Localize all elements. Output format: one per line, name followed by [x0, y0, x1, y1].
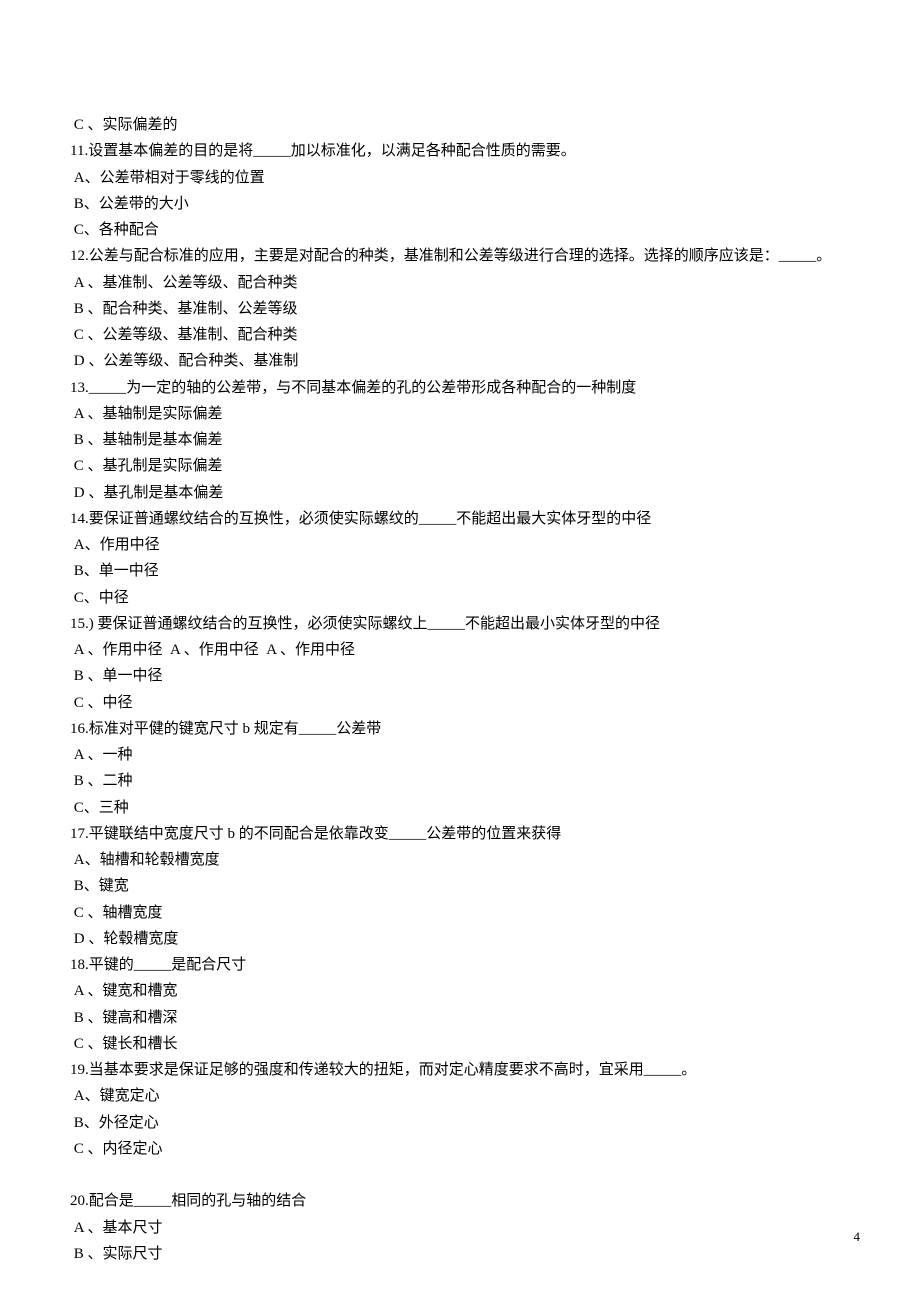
- text-line: B、键宽: [70, 873, 850, 899]
- text-line: C 、轴槽宽度: [70, 900, 850, 926]
- text-line: A 、键宽和槽宽: [70, 978, 850, 1004]
- document-page: C 、实际偏差的11.设置基本偏差的目的是将_____加以标准化，以满足各种配合…: [0, 0, 920, 1307]
- text-line: A 、基轴制是实际偏差: [70, 401, 850, 427]
- text-line: A、键宽定心: [70, 1083, 850, 1109]
- text-line: C、各种配合: [70, 217, 850, 243]
- document-content: C 、实际偏差的11.设置基本偏差的目的是将_____加以标准化，以满足各种配合…: [70, 112, 850, 1267]
- text-line: C 、中径: [70, 690, 850, 716]
- text-line: B、单一中径: [70, 558, 850, 584]
- text-line: A 、一种: [70, 742, 850, 768]
- text-line: B 、配合种类、基准制、公差等级: [70, 296, 850, 322]
- text-line: 11.设置基本偏差的目的是将_____加以标准化，以满足各种配合性质的需要。: [70, 138, 850, 164]
- text-line: C 、公差等级、基准制、配合种类: [70, 322, 850, 348]
- text-line: C 、实际偏差的: [70, 112, 850, 138]
- text-line: B、外径定心: [70, 1110, 850, 1136]
- text-line: D 、轮毂槽宽度: [70, 926, 850, 952]
- text-line: A 、基准制、公差等级、配合种类: [70, 270, 850, 296]
- text-line: 12.公差与配合标准的应用，主要是对配合的种类，基准制和公差等级进行合理的选择。…: [70, 243, 850, 269]
- text-line: B 、键高和槽深: [70, 1005, 850, 1031]
- text-line: A 、作用中径 A 、作用中径 A 、作用中径: [70, 637, 850, 663]
- text-line: 15.) 要保证普通螺纹结合的互换性，必须使实际螺纹上_____不能超出最小实体…: [70, 611, 850, 637]
- text-line: A、作用中径: [70, 532, 850, 558]
- page-number: 4: [854, 1226, 861, 1249]
- text-line: B 、单一中径: [70, 663, 850, 689]
- text-line: C 、基孔制是实际偏差: [70, 453, 850, 479]
- text-line: C、三种: [70, 795, 850, 821]
- text-line: A、公差带相对于零线的位置: [70, 165, 850, 191]
- text-line: 17.平键联结中宽度尺寸 b 的不同配合是依靠改变_____公差带的位置来获得: [70, 821, 850, 847]
- text-line: B 、二种: [70, 768, 850, 794]
- text-line: A 、基本尺寸: [70, 1215, 850, 1241]
- text-line: [70, 1162, 850, 1188]
- text-line: 19.当基本要求是保证足够的强度和传递较大的扭矩，而对定心精度要求不高时，宜采用…: [70, 1057, 850, 1083]
- text-line: D 、公差等级、配合种类、基准制: [70, 348, 850, 374]
- text-line: D 、基孔制是基本偏差: [70, 480, 850, 506]
- text-line: C 、内径定心: [70, 1136, 850, 1162]
- text-line: 13._____为一定的轴的公差带，与不同基本偏差的孔的公差带形成各种配合的一种…: [70, 375, 850, 401]
- text-line: 14.要保证普通螺纹结合的互换性，必须使实际螺纹的_____不能超出最大实体牙型…: [70, 506, 850, 532]
- text-line: 18.平键的_____是配合尺寸: [70, 952, 850, 978]
- text-line: 20.配合是_____相同的孔与轴的结合: [70, 1188, 850, 1214]
- text-line: 16.标准对平健的键宽尺寸 b 规定有_____公差带: [70, 716, 850, 742]
- text-line: B 、实际尺寸: [70, 1241, 850, 1267]
- text-line: B 、基轴制是基本偏差: [70, 427, 850, 453]
- text-line: C、中径: [70, 585, 850, 611]
- text-line: B、公差带的大小: [70, 191, 850, 217]
- text-line: A、轴槽和轮毂槽宽度: [70, 847, 850, 873]
- text-line: C 、键长和槽长: [70, 1031, 850, 1057]
